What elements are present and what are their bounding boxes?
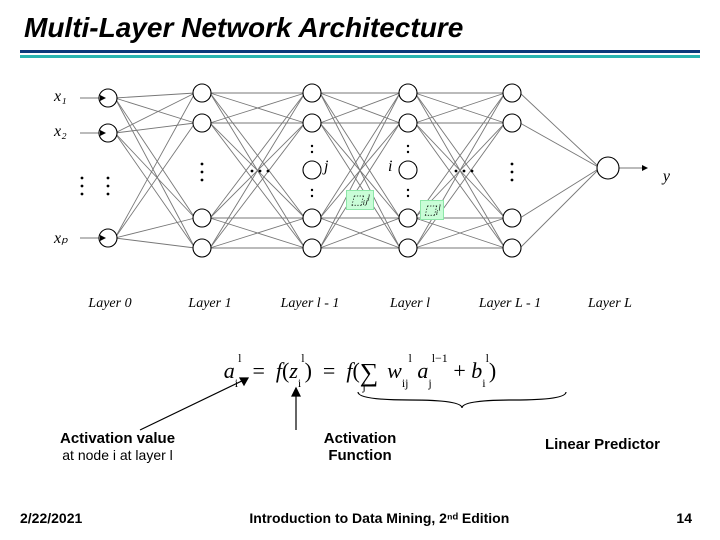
footer-center: Introduction to Data Mining, 2ⁿᵈ Edition [82, 510, 676, 526]
annot-linear-predictor: Linear Predictor [545, 436, 660, 453]
annot-activation-function: Activation Function [324, 430, 397, 464]
footer-date: 2/22/2021 [20, 510, 82, 526]
annot-activation-value: Activation value at node i at layer l [60, 430, 175, 463]
footer-page: 14 [676, 510, 692, 526]
annot-av-sub: at node i at layer l [60, 447, 175, 463]
annot-av-title: Activation value [60, 430, 175, 447]
annotation-row: Activation value at node i at layer l Ac… [60, 430, 660, 464]
slide-footer: 2/22/2021 Introduction to Data Mining, 2… [20, 510, 692, 526]
